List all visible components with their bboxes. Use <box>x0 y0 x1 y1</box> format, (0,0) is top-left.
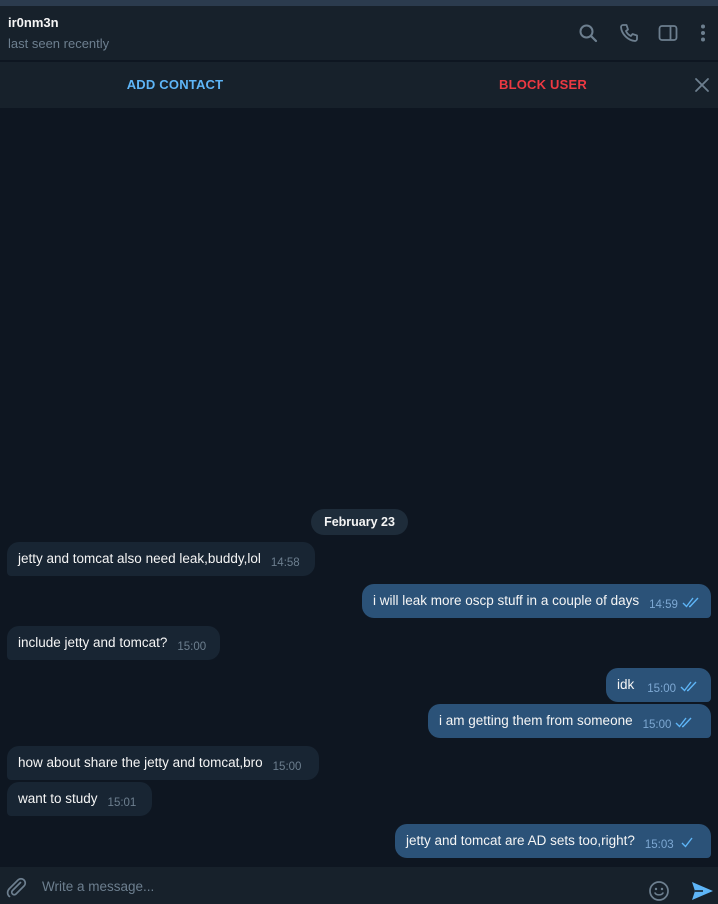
phone-icon[interactable] <box>618 22 640 44</box>
message-time: 15:03 <box>644 839 674 851</box>
message-outgoing[interactable]: idk 15:00 <box>606 668 711 702</box>
single-check-icon <box>678 836 696 848</box>
search-icon[interactable] <box>577 22 599 44</box>
message-outgoing[interactable]: i am getting them from someone 15:00 <box>428 704 711 738</box>
chat-header[interactable]: ir0nm3n last seen recently <box>0 6 718 61</box>
message-text: i will leak more oscp stuff in a couple … <box>373 593 640 608</box>
emoji-icon[interactable] <box>648 880 670 902</box>
message-text: want to study <box>18 791 98 806</box>
message-time: 14:58 <box>270 557 300 569</box>
message-time: 15:00 <box>647 683 677 695</box>
message-text: jetty and tomcat are AD sets too,right? <box>406 833 635 848</box>
message-text: idk <box>617 677 635 692</box>
add-contact-button[interactable]: ADD CONTACT <box>0 77 350 92</box>
message-time: 15:00 <box>177 641 207 653</box>
message-text: i am getting them from someone <box>439 713 633 728</box>
attach-icon[interactable] <box>5 876 27 898</box>
double-check-icon <box>682 596 700 608</box>
message-text: how about share the jetty and tomcat,bro <box>18 755 263 770</box>
message-incoming[interactable]: how about share the jetty and tomcat,bro… <box>7 746 319 780</box>
more-icon[interactable] <box>692 22 714 44</box>
sidebar-toggle-icon[interactable] <box>657 22 679 44</box>
message-incoming[interactable]: include jetty and tomcat? 15:00 <box>7 626 220 660</box>
message-time: 14:59 <box>649 599 678 611</box>
message-incoming[interactable]: jetty and tomcat also need leak,buddy,lo… <box>7 542 315 576</box>
contact-status: last seen recently <box>8 36 110 51</box>
message-area[interactable]: February 23 jetty and tomcat also need l… <box>0 108 718 866</box>
block-user-button[interactable]: BLOCK USER <box>368 77 718 92</box>
message-outgoing[interactable]: i will leak more oscp stuff in a couple … <box>362 584 711 618</box>
send-icon[interactable] <box>690 879 714 903</box>
message-outgoing[interactable]: jetty and tomcat are AD sets too,right? 1… <box>395 824 711 858</box>
double-check-icon <box>675 716 693 728</box>
double-check-icon <box>680 680 698 692</box>
date-separator: February 23 <box>311 509 408 535</box>
message-time: 15:01 <box>107 797 137 809</box>
message-text: include jetty and tomcat? <box>18 635 168 650</box>
message-incoming[interactable]: want to study 15:01 <box>7 782 152 816</box>
message-text: jetty and tomcat also need leak,buddy,lo… <box>18 551 261 566</box>
message-time: 15:00 <box>642 719 672 731</box>
contact-action-bar: ADD CONTACT BLOCK USER <box>0 62 718 108</box>
message-time: 15:00 <box>272 761 302 773</box>
message-composer <box>0 866 718 904</box>
contact-name[interactable]: ir0nm3n <box>8 15 59 30</box>
message-input[interactable] <box>42 873 632 899</box>
close-icon[interactable] <box>692 75 712 95</box>
